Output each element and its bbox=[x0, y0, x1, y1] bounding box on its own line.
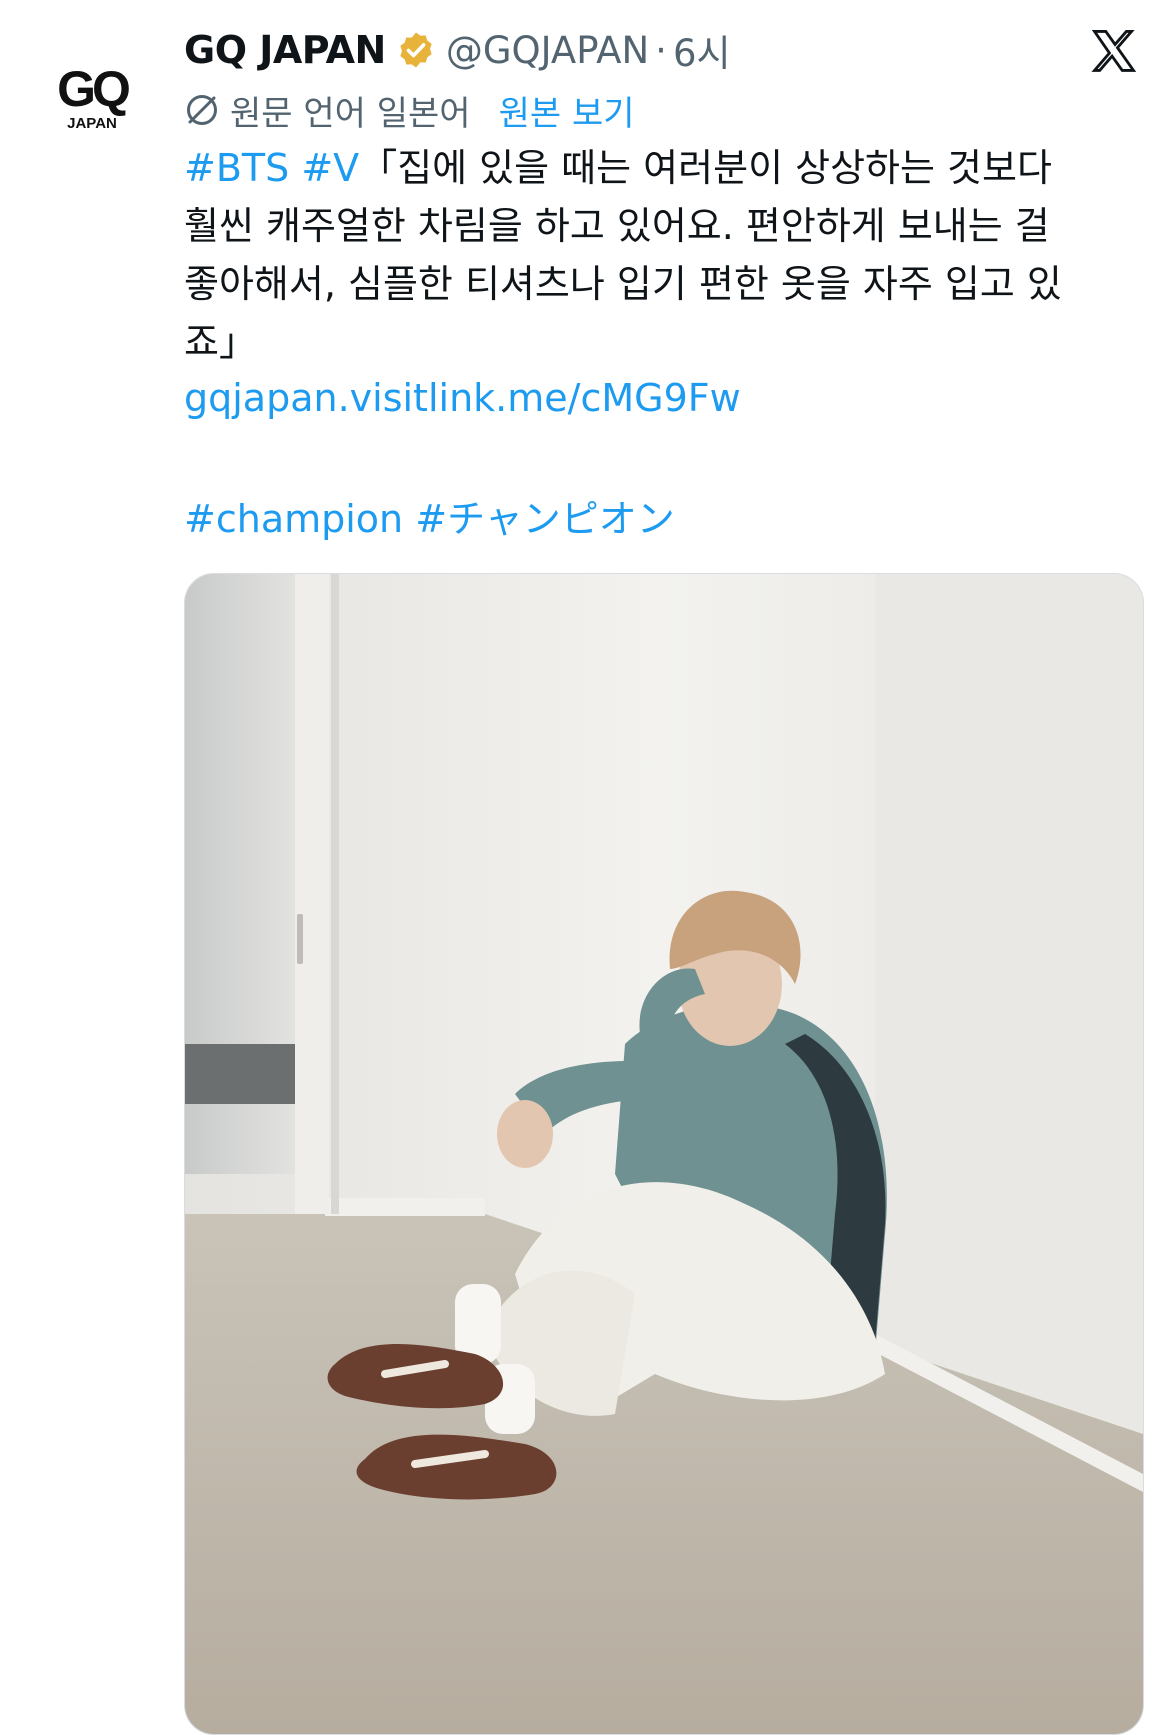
avatar-logo-text: GQ bbox=[57, 61, 129, 117]
tweet-photo[interactable] bbox=[184, 573, 1144, 1735]
hashtag-v[interactable]: #V bbox=[301, 146, 359, 190]
hashtags-row: #champion #チャンピオン bbox=[184, 488, 675, 543]
tweet-body: #BTS #V「집에 있을 때는 여러분이 상상하는 것보다 훨씬 캐주얼한 차… bbox=[184, 139, 1144, 371]
author-avatar[interactable]: GQ JAPAN bbox=[38, 44, 146, 152]
hashtag-bts[interactable]: #BTS bbox=[184, 146, 289, 190]
avatar-logo-subtext: JAPAN bbox=[67, 115, 117, 132]
tweet-text-line-1-rest: 「집에 있을 때는 여러분이 상상하는 것보다 bbox=[359, 146, 1052, 190]
article-link[interactable]: gqjapan.visitlink.me/cMG9Fw bbox=[184, 376, 741, 420]
separator-dot: · bbox=[655, 28, 667, 72]
show-original-link[interactable]: 원본 보기 bbox=[499, 86, 635, 135]
author-handle[interactable]: @GQJAPAN bbox=[446, 29, 649, 72]
photo-illustration bbox=[185, 574, 1143, 1734]
gq-japan-logo: GQ JAPAN bbox=[57, 61, 133, 132]
translation-label: 원문 언어 일본어 bbox=[230, 93, 471, 134]
tweet-timestamp[interactable]: 6시 bbox=[673, 23, 731, 77]
translation-row: 원문 언어 일본어 원본 보기 bbox=[184, 85, 635, 135]
tweet-text-line-1: #BTS #V「집에 있을 때는 여러분이 상상하는 것보다 bbox=[184, 139, 1144, 197]
tweet-text-line-3: 좋아해서, 심플한 티셔츠나 입기 편한 옷을 자주 입고 있 bbox=[184, 262, 1062, 306]
x-logo-icon[interactable] bbox=[1088, 26, 1140, 78]
hashtag-champion-jp[interactable]: #チャンピオン bbox=[415, 497, 674, 541]
author-display-name[interactable]: GQ JAPAN bbox=[184, 28, 386, 72]
tweet-header: GQ JAPAN @GQJAPAN · 6시 bbox=[184, 22, 731, 78]
verified-badge-icon bbox=[400, 32, 432, 68]
tweet-text-line-2: 훨씬 캐주얼한 차림을 하고 있어요. 편안하게 보내는 걸 bbox=[184, 204, 1050, 248]
tweet-text-line-4: 죠」 bbox=[184, 320, 257, 364]
translate-icon bbox=[187, 95, 217, 125]
hashtag-champion[interactable]: #champion bbox=[184, 497, 403, 541]
